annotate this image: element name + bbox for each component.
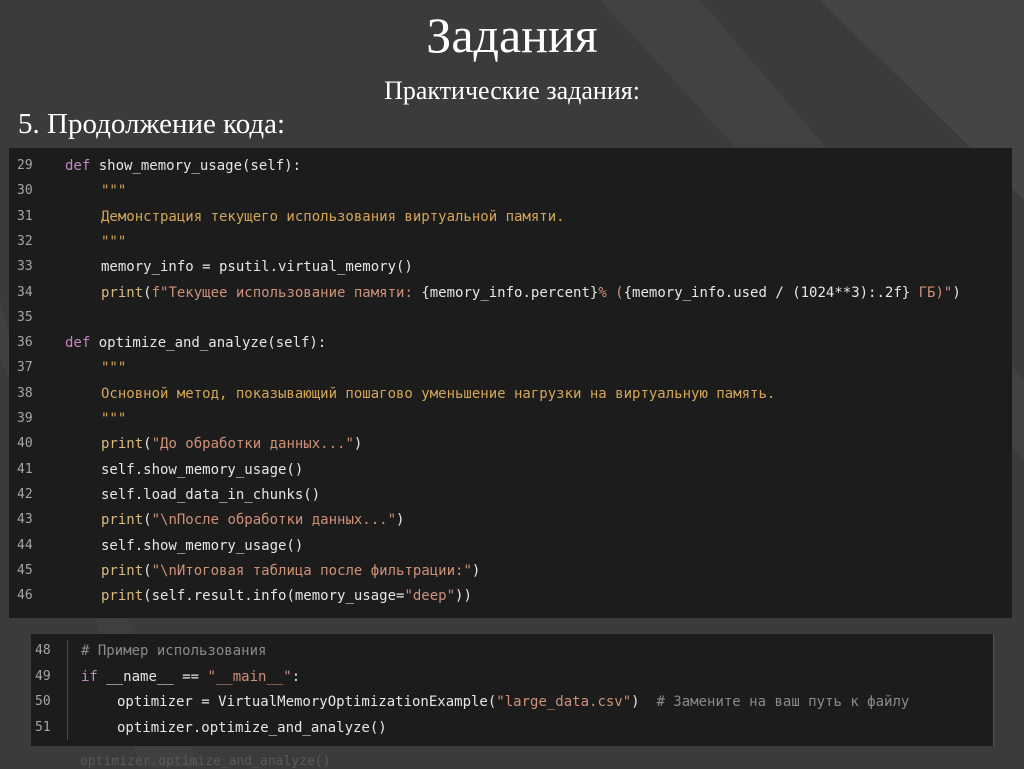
code-token: if [81, 668, 107, 685]
line-number: 38 [17, 385, 33, 401]
line-number: 40 [17, 436, 33, 452]
line-number: 32 [17, 233, 33, 249]
code-token: print [101, 436, 144, 453]
code-token: ) [631, 694, 657, 710]
code-token: "\nИтоговая таблица после фильтрации:" [151, 562, 472, 579]
code-line: memory_info = psutil.virtual_memory() [101, 255, 413, 279]
code-line: """ [101, 179, 126, 203]
line-number: 36 [17, 335, 33, 351]
code-token: ) [396, 512, 405, 529]
code-token: "__main__" [207, 668, 292, 685]
code-token: ) [353, 436, 363, 453]
code-token: {memory_info.percent} [421, 284, 599, 301]
line-number: 29 [17, 158, 33, 173]
line-number: 43 [17, 512, 33, 528]
line-number: 42 [17, 486, 33, 502]
line-number: 50 [35, 694, 51, 709]
code-line: print(f"Текущее использование памяти: {m… [101, 281, 961, 305]
line-number: 35 [17, 309, 33, 325]
code-line: """ [101, 356, 126, 380]
code-token: ( [143, 284, 152, 301]
code-token: self.load_data_in_chunks() [101, 486, 321, 503]
code-token: ) [471, 562, 481, 579]
code-line: if __name__ == "__main__": [81, 665, 300, 689]
code-line: print("\nПосле обработки данных...") [101, 508, 404, 532]
code-token: optimize_and_analyze(self): [98, 335, 327, 352]
code-token: print [101, 588, 144, 605]
code-token: __name__ == [106, 668, 208, 685]
code-token: ) [952, 284, 961, 301]
line-number: 30 [17, 183, 33, 199]
code-token: "large_data.csv" [496, 694, 632, 710]
section-label: 5. Продолжение кода: [18, 108, 286, 140]
code-line: """ [101, 230, 126, 254]
code-line: optimizer = VirtualMemoryOptimizationExa… [117, 690, 909, 714]
line-number: 34 [17, 284, 33, 300]
code-token: {memory_info.used / (1024**3):.2f} [623, 284, 911, 301]
code-line: def show_memory_usage(self): [65, 154, 301, 178]
code-token: % ( [598, 284, 624, 301]
code-line: Демонстрация текущего использования вирт… [101, 205, 565, 229]
code-line: print("\nИтоговая таблица после фильтрац… [101, 559, 480, 583]
code-token: "\nПосле обработки данных..." [151, 512, 397, 529]
line-number: 31 [17, 208, 33, 224]
code-token: f"Текущее использование памяти: [151, 284, 422, 301]
code-line: print("До обработки данных...") [101, 432, 362, 456]
code-token: def [65, 158, 99, 174]
line-number: 37 [17, 360, 33, 376]
line-number: 49 [35, 668, 51, 684]
code-line: # Пример использования [81, 639, 266, 663]
code-token: ( [143, 512, 152, 529]
code-line: self.load_data_in_chunks() [101, 483, 320, 507]
code-token: """ [101, 360, 127, 377]
code-block-main: 29 def show_memory_usage(self): 30 """ 31 Дем… [9, 148, 1012, 618]
code-line: """ [101, 407, 126, 431]
code-token: Основной метод, показывающий пошагово ум… [101, 385, 776, 402]
code-token: """ [101, 233, 127, 250]
code-token: optimizer.optimize_and_analyze() [117, 719, 387, 736]
code-token: show_memory_usage(self): [98, 158, 302, 174]
line-number: 41 [17, 461, 33, 477]
line-number: 46 [17, 588, 33, 604]
line-number: 51 [35, 719, 51, 735]
code-block-example: 48 # Пример использования 49 if __name__ ==… [31, 634, 994, 746]
line-number: 48 [35, 643, 51, 658]
code-line: Основной метод, показывающий пошагово ум… [101, 382, 775, 406]
code-token: : [291, 668, 301, 685]
line-number: 44 [17, 537, 33, 553]
code-token: print [101, 284, 144, 301]
code-line: self.show_memory_usage() [101, 458, 303, 482]
code-token: """ [101, 183, 127, 200]
code-token: # Замените на ваш путь к файлу [656, 694, 910, 710]
code-token: )) [455, 588, 472, 605]
code-token: self.show_memory_usage() [101, 537, 304, 554]
code-token: # Пример использования [81, 643, 267, 659]
gutter-separator [67, 640, 68, 740]
code-token: ГБ)" [910, 284, 953, 301]
line-number: 33 [17, 259, 33, 275]
code-token: def [65, 335, 99, 352]
code-line: self.show_memory_usage() [101, 534, 303, 558]
code-token: print [101, 562, 144, 579]
code-line: optimizer.optimize_and_analyze() [117, 716, 387, 740]
code-token: optimizer = VirtualMemoryOptimizationExa… [117, 694, 497, 710]
code-token: Демонстрация текущего использования вирт… [101, 208, 565, 225]
code-token: "До обработки данных..." [151, 436, 354, 453]
code-token: self.show_memory_usage() [101, 461, 304, 478]
code-token: "deep" [404, 588, 456, 605]
code-token: (self.result.info(memory_usage= [143, 588, 405, 605]
code-token: print [101, 512, 144, 529]
slide-subtitle: Практические задания: [384, 76, 640, 105]
slide-title: Задания [426, 7, 598, 63]
line-number: 39 [17, 411, 33, 426]
code-token: ( [143, 562, 152, 579]
code-line: print(self.result.info(memory_usage="dee… [101, 584, 472, 608]
code-token: """ [101, 411, 127, 427]
code-token: ( [143, 436, 152, 453]
line-number: 45 [17, 562, 33, 578]
code-token: memory_info = psutil.virtual_memory() [101, 259, 413, 276]
code-line: def optimize_and_analyze(self): [65, 331, 326, 355]
